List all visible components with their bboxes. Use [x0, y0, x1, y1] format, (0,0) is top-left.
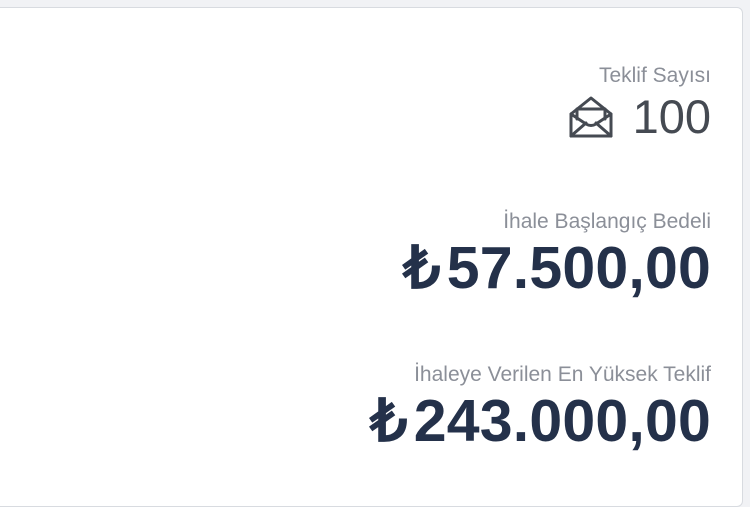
highest-offer-row: ₺ 243.000,00: [370, 388, 711, 454]
offer-count-stat: Teklif Sayısı 100: [567, 63, 711, 145]
offer-count-label: Teklif Sayısı: [598, 64, 711, 87]
highest-offer-stat: İhaleye Verilen En Yüksek Teklif ₺ 243.0…: [370, 362, 711, 454]
auction-stats-card: Teklif Sayısı 100 İhale Başlangıç Bedeli…: [0, 7, 743, 507]
highest-offer-value: 243.000,00: [413, 388, 711, 454]
starting-price-stat: İhale Başlangıç Bedeli ₺ 57.500,00: [403, 209, 711, 301]
offer-count-row: 100: [567, 89, 711, 145]
lira-currency-symbol: ₺: [369, 388, 408, 454]
lira-currency-symbol: ₺: [402, 235, 441, 301]
offer-count-value: 100: [632, 90, 711, 143]
starting-price-value: 57.500,00: [446, 235, 711, 301]
starting-price-row: ₺ 57.500,00: [403, 235, 711, 301]
starting-price-label: İhale Başlangıç Bedeli: [503, 210, 711, 233]
envelope-open-icon: [567, 94, 615, 140]
highest-offer-label: İhaleye Verilen En Yüksek Teklif: [414, 363, 711, 386]
